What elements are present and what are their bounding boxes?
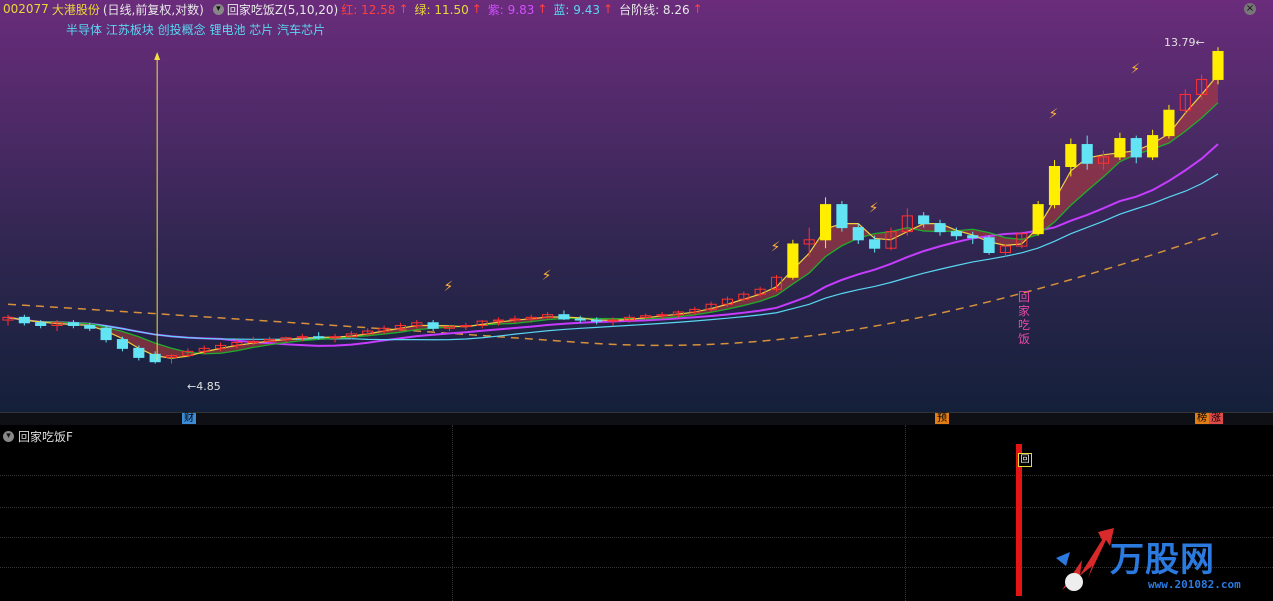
candle-body xyxy=(116,339,129,349)
grid-line xyxy=(452,425,453,601)
event-label: 榜 xyxy=(1197,413,1207,424)
candle-body xyxy=(1065,144,1077,168)
arrow-head-icon xyxy=(154,52,161,60)
subpanel-header: ▾ 回家吃饭F xyxy=(3,428,73,445)
runner-icon: ⚡ xyxy=(542,268,552,284)
candle-body xyxy=(574,318,586,321)
candle-body xyxy=(18,316,30,324)
grid-line xyxy=(905,425,906,601)
grid-line xyxy=(0,507,1273,508)
blue-value: 蓝: 9.43 xyxy=(553,2,600,17)
runner-icon: ⚡ xyxy=(771,240,781,256)
candle-body xyxy=(950,231,962,237)
blue-up-arrow-icon: ↑ xyxy=(603,2,614,16)
go-home-annotation: 回家吃饭 xyxy=(1018,290,1031,346)
kline-svg: ⚡ ⚡ ⚡ ⚡ ⚡ ⚡ xyxy=(2,47,1224,364)
watermark-brand: 万股网 xyxy=(1110,540,1215,580)
runner-icon: ⚡ xyxy=(1048,106,1058,122)
candle-body xyxy=(819,204,832,241)
runner-icon: ⚡ xyxy=(869,201,879,217)
candle-body xyxy=(313,336,325,339)
low-price-value: 4.85 xyxy=(196,380,221,393)
candle-body xyxy=(967,235,979,239)
purple-ma-line xyxy=(7,143,1219,347)
candle-body xyxy=(787,243,799,278)
event-label: 财 xyxy=(184,413,194,424)
candle-body xyxy=(100,327,112,341)
red-up-arrow-icon: ↑ xyxy=(398,2,409,16)
candle-body xyxy=(918,215,930,225)
high-price-value: 13.79 xyxy=(1164,36,1196,49)
high-price-label: 13.79← xyxy=(1164,36,1205,49)
dropdown-icon[interactable]: ▾ xyxy=(3,431,14,442)
stock-name: 大港股份 xyxy=(51,2,100,17)
candle-body xyxy=(1032,204,1044,235)
runner-icon: ⚡ xyxy=(443,279,453,295)
candle-body xyxy=(558,314,570,320)
candle-body xyxy=(35,322,47,327)
candle-body xyxy=(1114,138,1126,158)
stock-chart-window: 002077 大港股份 (日线,前复权,对数) ▾ 回家吃饭Z(5,10,20)… xyxy=(0,0,1273,601)
event-marker-forecast[interactable]: 预 xyxy=(935,413,949,424)
event-marker-limit-up[interactable]: 涨 xyxy=(1209,413,1223,424)
stock-code: 002077 xyxy=(3,2,49,16)
step-line xyxy=(7,232,1219,347)
candle-body xyxy=(869,239,881,249)
runner-icon: ⚡ xyxy=(1130,61,1140,77)
blue-ma-line xyxy=(7,173,1219,341)
candle-body xyxy=(983,237,995,254)
candle-body xyxy=(1212,50,1224,80)
high-arrow-icon: ← xyxy=(1195,36,1205,49)
red-value: 红: 12.58 xyxy=(341,2,396,17)
candle-body xyxy=(1048,166,1061,206)
event-label: 预 xyxy=(937,413,947,424)
chart-header: 002077 大港股份 (日线,前复权,对数) ▾ 回家吃饭Z(5,10,20)… xyxy=(0,0,1273,18)
event-marker-list[interactable]: 榜 xyxy=(1195,413,1209,424)
candle-body xyxy=(934,223,946,233)
dropdown-icon[interactable]: ▾ xyxy=(212,3,224,15)
kline-panel[interactable]: 002077 大港股份 (日线,前复权,对数) ▾ 回家吃饭Z(5,10,20)… xyxy=(0,0,1273,412)
grid-line xyxy=(0,475,1273,476)
event-label: 涨 xyxy=(1211,413,1221,424)
subpanel-title: 回家吃饭F xyxy=(18,430,73,444)
low-arrow-icon: ← xyxy=(187,380,197,393)
candle-body xyxy=(1147,135,1159,158)
candle-body xyxy=(149,353,161,363)
candle-body xyxy=(1163,109,1175,137)
signal-tag: 回 xyxy=(1018,453,1032,467)
low-price-label: ←4.85 xyxy=(187,380,221,393)
candle-body xyxy=(836,204,848,229)
close-icon[interactable]: × xyxy=(1244,3,1256,15)
purple-value: 紫: 9.83 xyxy=(487,2,535,17)
purple-up-arrow-icon: ↑ xyxy=(537,2,548,16)
step-value: 台阶线: 8.26 xyxy=(619,2,690,17)
period-label: (日线,前复权,对数) xyxy=(102,2,204,17)
watermark-url: www.201082.com xyxy=(1148,578,1241,591)
green-up-arrow-icon: ↑ xyxy=(471,2,482,16)
candle-body xyxy=(67,322,79,327)
candle-body xyxy=(1130,138,1142,158)
candle-body xyxy=(133,347,145,358)
candle-body xyxy=(427,322,439,329)
green-value: 绿: 11.50 xyxy=(414,2,469,17)
candle-body xyxy=(1081,144,1093,164)
indicator-name: 回家吃饭Z(5,10,20) xyxy=(226,2,339,17)
candle-body xyxy=(852,227,864,241)
event-marker-finance[interactable]: 财 xyxy=(182,413,196,424)
candle-body xyxy=(84,325,96,329)
concept-tags: 半导体 江苏板块 创投概念 锂电池 芯片 汽车芯片 xyxy=(66,23,326,37)
candle-body xyxy=(591,319,603,322)
step-up-arrow-icon: ↑ xyxy=(692,2,703,16)
